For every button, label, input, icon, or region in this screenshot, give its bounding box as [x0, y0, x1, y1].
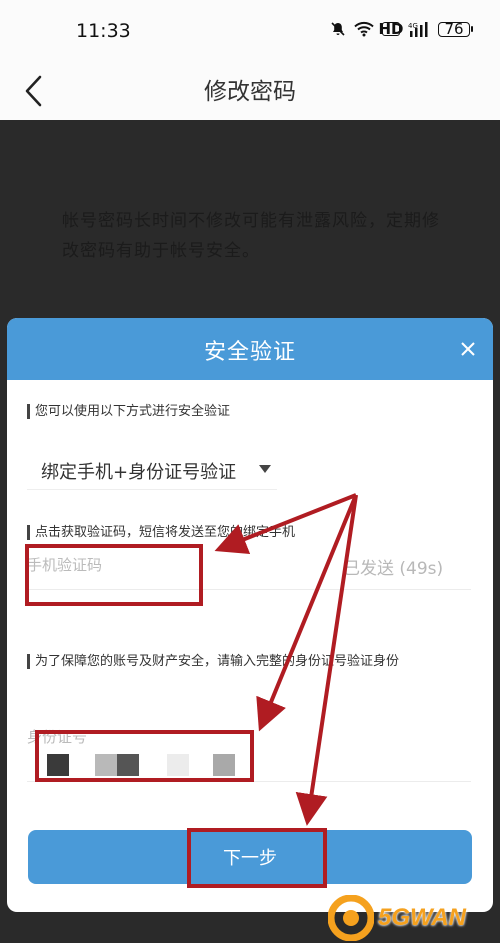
- security-dialog: 安全验证 您可以使用以下方式进行安全验证 绑定手机+身份证号验证 点击获取验证码…: [7, 318, 493, 912]
- battery-icon: 76: [438, 21, 473, 37]
- redacted-block: [47, 754, 69, 776]
- dialog-title: 安全验证: [203, 340, 296, 365]
- redacted-block: [95, 754, 117, 776]
- status-bar: 11:33 HD 4G 76: [0, 0, 500, 62]
- status-time: 11:33: [76, 20, 131, 42]
- watermark-logo-icon: [328, 895, 374, 941]
- dialog-header: 安全验证: [7, 318, 493, 380]
- verify-method-value: 绑定手机+身份证号验证: [41, 462, 237, 483]
- id-number-input[interactable]: [27, 726, 327, 748]
- id-number-field: [27, 726, 471, 782]
- redacted-block: [167, 754, 189, 776]
- id-hint: 为了保障您的账号及财产安全，请输入完整的身份证号验证身份: [27, 654, 399, 669]
- redacted-block: [213, 754, 235, 776]
- caret-down-icon: [259, 465, 271, 473]
- next-step-button[interactable]: 下一步: [28, 830, 472, 884]
- close-icon[interactable]: [457, 338, 479, 360]
- page-title: 修改密码: [204, 79, 296, 105]
- hd-icon: HD: [378, 19, 404, 38]
- status-icons: HD 4G 76: [330, 19, 473, 38]
- password-notice: 帐号密码长时间不修改可能有泄露风险，定期修改密码有助于帐号安全。: [62, 211, 440, 261]
- mute-icon: [330, 21, 346, 37]
- resend-countdown[interactable]: 已发送 (49s): [343, 554, 443, 579]
- verify-method-select[interactable]: 绑定手机+身份证号验证: [27, 448, 277, 490]
- signal-icon: 4G: [408, 21, 430, 37]
- sms-hint: 点击获取验证码，短信将发送至您的绑定手机: [27, 525, 295, 540]
- sms-code-field: 已发送 (49s): [27, 542, 471, 590]
- nav-bar: 修改密码: [0, 62, 500, 120]
- sms-code-input[interactable]: [27, 542, 327, 588]
- wifi-icon: [354, 21, 374, 37]
- watermark: 5GWAN: [328, 895, 498, 941]
- method-hint: 您可以使用以下方式进行安全验证: [27, 404, 230, 419]
- redacted-block: [117, 754, 139, 776]
- watermark-text: 5GWAN: [378, 904, 467, 931]
